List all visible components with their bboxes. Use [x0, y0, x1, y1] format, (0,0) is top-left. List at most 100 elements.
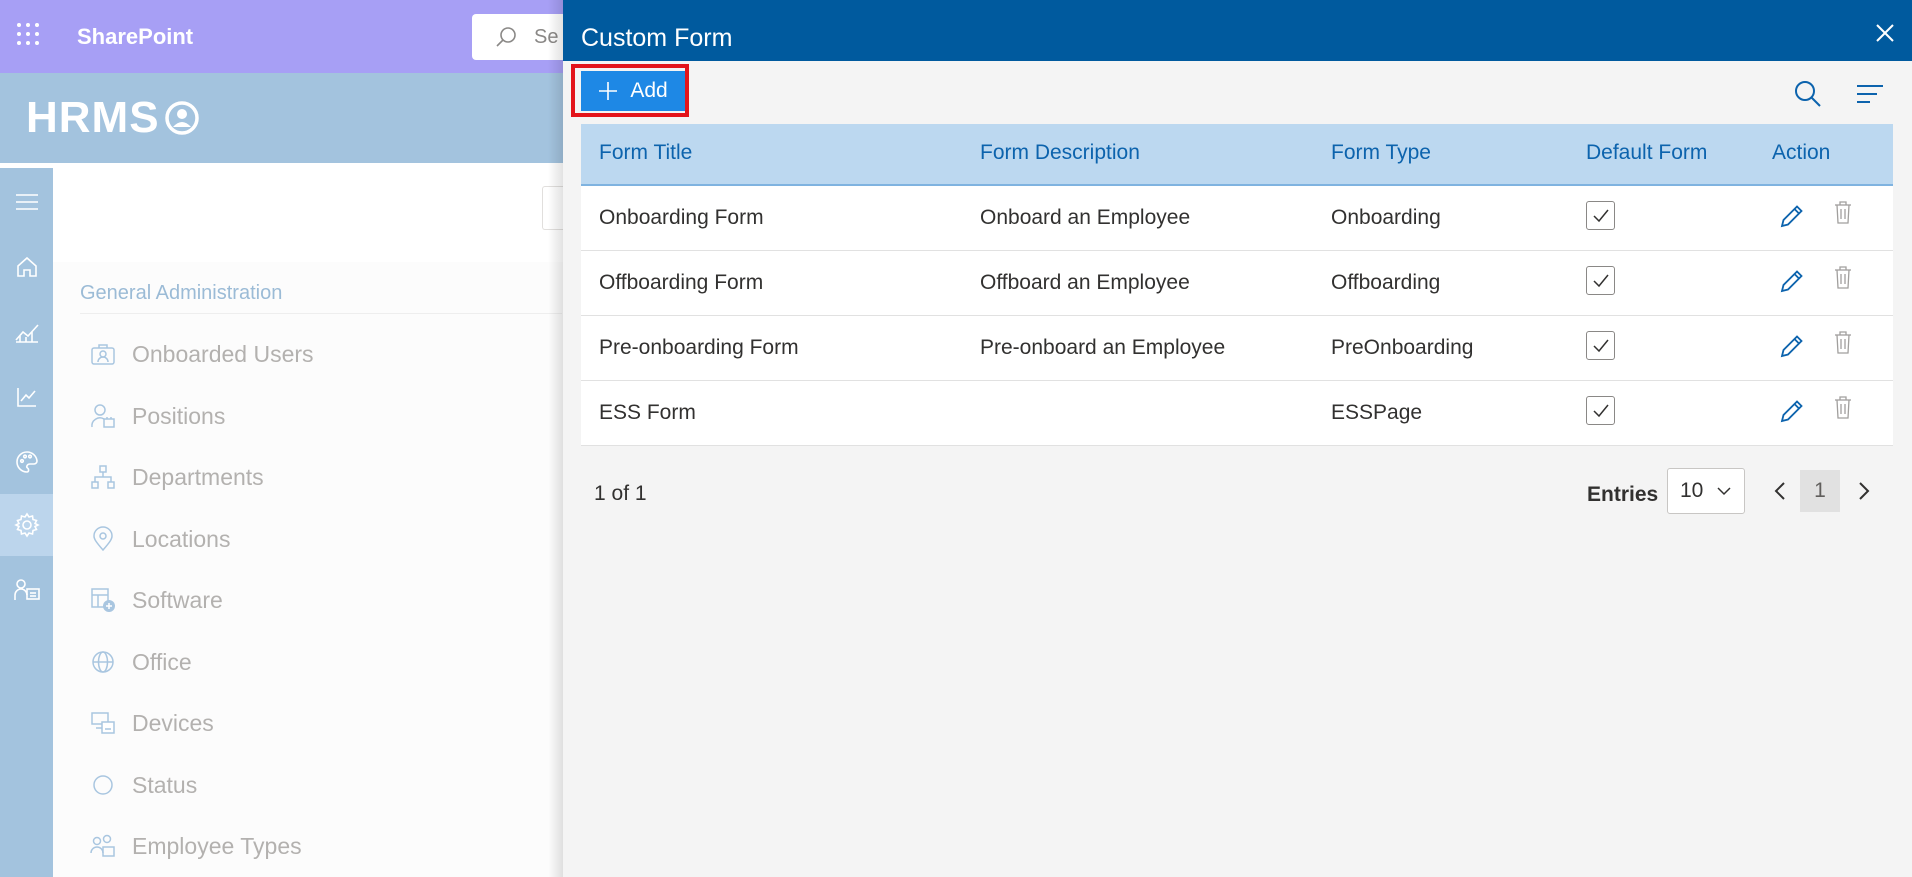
people-board-icon[interactable] — [0, 559, 53, 621]
search-icon[interactable] — [1793, 79, 1823, 109]
admin-item-label: Software — [132, 586, 223, 613]
admin-item-employee-types[interactable]: Employee Types — [90, 826, 302, 866]
positions-icon — [90, 403, 116, 429]
admin-item-onboarded-users[interactable]: Onboarded Users — [90, 334, 314, 374]
admin-item-positions[interactable]: Positions — [90, 396, 225, 436]
checkmark-icon — [1592, 339, 1609, 352]
suite-title[interactable]: SharePoint — [77, 24, 193, 50]
admin-item-status[interactable]: Status — [90, 765, 197, 805]
table-row[interactable]: Offboarding Form Offboard an Employee Of… — [581, 251, 1893, 316]
chevron-left-icon[interactable] — [1770, 480, 1792, 502]
delete-trash-icon[interactable] — [1832, 395, 1854, 421]
page-count-text: 1 of 1 — [594, 482, 647, 505]
edit-pencil-icon[interactable] — [1778, 397, 1806, 425]
close-icon[interactable] — [1872, 20, 1898, 46]
admin-item-label: Locations — [132, 525, 231, 552]
default-form-checkbox[interactable] — [1586, 201, 1615, 230]
admin-item-label: Positions — [132, 402, 226, 429]
current-page-button[interactable]: 1 — [1800, 470, 1840, 512]
cell-form-description: Pre-onboard an Employee — [980, 336, 1226, 359]
home-icon[interactable] — [0, 236, 53, 298]
software-icon — [90, 587, 116, 613]
status-circle-icon — [90, 772, 116, 798]
cell-form-description: Offboard an Employee — [980, 271, 1190, 294]
default-form-checkbox[interactable] — [1586, 396, 1615, 425]
app-launcher-icon[interactable] — [16, 22, 40, 46]
admin-item-label: Devices — [132, 709, 214, 736]
admin-item-software[interactable]: Software — [90, 580, 223, 620]
edit-pencil-icon[interactable] — [1778, 267, 1806, 295]
column-header-default-form[interactable]: Default Form — [1586, 141, 1707, 165]
admin-section-heading: General Administration — [80, 282, 283, 304]
chevron-down-icon — [1717, 487, 1731, 496]
entries-dropdown[interactable]: 10 — [1667, 468, 1745, 514]
globe-icon — [90, 649, 116, 675]
departments-icon — [90, 464, 116, 490]
admin-item-label: Onboarded Users — [132, 340, 314, 367]
analytics-icon[interactable] — [0, 301, 53, 363]
table-row[interactable]: Pre-onboarding Form Pre-onboard an Emplo… — [581, 316, 1893, 381]
admin-item-label: Status — [132, 771, 198, 798]
left-rail — [0, 168, 53, 877]
checkmark-icon — [1592, 274, 1609, 287]
menu-icon[interactable] — [0, 171, 53, 233]
admin-item-departments[interactable]: Departments — [90, 457, 264, 497]
checkmark-icon — [1592, 404, 1609, 417]
custom-form-panel: Custom Form Add Form Title Form Descript… — [563, 0, 1912, 877]
cell-form-description: Onboard an Employee — [980, 206, 1191, 229]
default-form-checkbox[interactable] — [1586, 331, 1615, 360]
panel-toolbar: Add — [563, 61, 1912, 121]
cell-form-title: Offboarding Form — [599, 271, 764, 294]
chevron-right-icon[interactable] — [1852, 480, 1874, 502]
cell-form-type: PreOnboarding — [1331, 336, 1474, 359]
table-row[interactable]: ESS Form ESSPage — [581, 381, 1893, 446]
add-button[interactable]: Add — [581, 71, 685, 111]
search-icon — [496, 27, 516, 47]
cell-form-title: Onboarding Form — [599, 206, 764, 229]
app-logo-text: HRMS — [26, 93, 160, 142]
edit-pencil-icon[interactable] — [1778, 332, 1806, 360]
plus-icon — [599, 82, 618, 100]
table-row[interactable]: Onboarding Form Onboard an Employee Onbo… — [581, 186, 1893, 251]
trend-icon[interactable] — [0, 366, 53, 428]
cell-form-title: Pre-onboarding Form — [599, 336, 799, 359]
panel-title: Custom Form — [581, 24, 733, 52]
table-header-row: Form Title Form Description Form Type De… — [581, 124, 1893, 186]
checkmark-icon — [1592, 209, 1609, 222]
column-header-action: Action — [1772, 141, 1831, 164]
delete-trash-icon[interactable] — [1832, 265, 1854, 291]
column-header-form-description[interactable]: Form Description — [980, 141, 1140, 165]
cell-form-type: Onboarding — [1331, 206, 1441, 229]
app-logo: HRMS — [26, 93, 200, 143]
user-circle-icon — [164, 101, 199, 135]
admin-item-label: Office — [132, 648, 192, 675]
admin-item-devices[interactable]: Devices — [90, 703, 214, 743]
admin-divider — [80, 313, 562, 314]
default-form-checkbox[interactable] — [1586, 266, 1615, 295]
location-pin-icon — [90, 526, 116, 552]
palette-icon[interactable] — [0, 431, 53, 493]
admin-item-label: Departments — [132, 463, 264, 490]
entries-label: Entries — [1587, 483, 1659, 506]
cell-form-type: ESSPage — [1331, 401, 1423, 424]
admin-item-label: Employee Types — [132, 832, 302, 859]
cell-form-type: Offboarding — [1331, 271, 1441, 294]
table-footer: 1 of 1 Entries 10 1 — [563, 468, 1912, 518]
settings-gear-icon[interactable] — [0, 494, 53, 556]
devices-icon — [90, 710, 116, 736]
panel-shadow — [548, 0, 564, 877]
delete-trash-icon[interactable] — [1832, 330, 1854, 356]
column-header-form-type[interactable]: Form Type — [1331, 141, 1431, 165]
employee-types-icon — [90, 833, 116, 859]
filter-sort-icon[interactable] — [1855, 79, 1885, 109]
forms-table: Form Title Form Description Form Type De… — [581, 124, 1893, 446]
entries-value: 10 — [1680, 479, 1704, 502]
onboarded-users-icon — [90, 341, 116, 367]
admin-item-locations[interactable]: Locations — [90, 519, 230, 559]
panel-header: Custom Form — [563, 0, 1912, 61]
column-header-form-title[interactable]: Form Title — [599, 141, 692, 165]
edit-pencil-icon[interactable] — [1778, 202, 1806, 230]
cell-form-title: ESS Form — [599, 401, 696, 424]
delete-trash-icon[interactable] — [1832, 200, 1854, 226]
admin-item-office[interactable]: Office — [90, 642, 192, 682]
